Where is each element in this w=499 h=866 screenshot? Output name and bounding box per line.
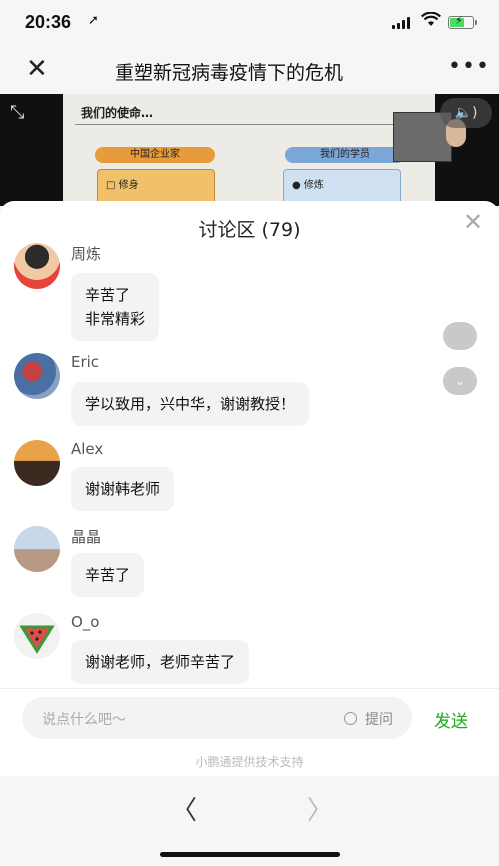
username: O_o [71, 613, 100, 631]
slide-heading: 我们的使命… [81, 106, 154, 120]
more-icon[interactable]: ••• [448, 54, 490, 79]
comment-input[interactable]: 说点什么吧～ 提问 [22, 697, 412, 739]
navigation-bar: ✕ 重塑新冠病毒疫情下的危机 ••• [0, 46, 499, 94]
browser-navigation: 〈 〉 [0, 776, 499, 866]
message-text: 非常精彩 [85, 310, 146, 328]
avatar [14, 353, 60, 399]
message-input-bar: 说点什么吧～ 提问 发送 [0, 688, 499, 749]
input-placeholder: 说点什么吧～ [42, 712, 126, 728]
message-bubble: 辛苦了 [71, 553, 145, 597]
volume-icon[interactable]: 🔈) [440, 98, 492, 128]
username: Alex [71, 440, 104, 458]
chevron-down-icon: ⌄ [454, 374, 466, 388]
avatar [14, 243, 60, 289]
wifi-icon [421, 12, 441, 26]
scroll-down-button[interactable]: ⌄ [443, 367, 477, 395]
close-panel-icon[interactable]: ✕ [463, 208, 483, 236]
forward-chevron-icon[interactable]: 〉 [307, 790, 333, 827]
avatar [14, 613, 60, 659]
slide-label-right: 我们的学员 [285, 147, 405, 163]
message-bubble: 谢谢韩老师 [71, 467, 175, 511]
slide-label-left: 中国企业家 [95, 147, 215, 163]
question-toggle-label[interactable]: 提问 [365, 709, 393, 729]
discussion-title: 讨论区 (79) [198, 219, 301, 241]
battery-icon: ⚡ [448, 14, 477, 29]
slide-divider [75, 124, 405, 125]
message-text: 学以致用，兴中华，谢谢教授！ [85, 395, 296, 413]
message-text: 辛苦了 [85, 566, 131, 584]
status-time: 20:36 [25, 12, 72, 32]
expand-icon[interactable]: ⤡ [10, 102, 24, 123]
question-toggle-icon[interactable] [344, 712, 357, 725]
username: Eric [71, 353, 100, 371]
back-chevron-icon[interactable]: 〈 [171, 790, 197, 827]
message-text: 辛苦了 [85, 286, 131, 304]
send-button[interactable]: 发送 [434, 707, 468, 732]
home-indicator[interactable] [160, 852, 340, 857]
username: 晶晶 [71, 528, 102, 546]
message-bubble: 学以致用，兴中华，谢谢教授！ [71, 382, 310, 426]
scroll-up-button[interactable] [443, 322, 477, 350]
message-bubble: 谢谢老师，老师辛苦了 [71, 640, 250, 684]
status-bar: 20:36 ➚ ⚡ [0, 0, 499, 46]
page-title: 重塑新冠病毒疫情下的危机 [115, 62, 344, 84]
discussion-panel: 讨论区 (79) ✕ 周炼 辛苦了 非常精彩 Eric 学以致用，兴中华，谢谢教… [0, 201, 499, 691]
close-icon[interactable]: ✕ [26, 56, 48, 82]
avatar [14, 440, 60, 486]
username: 周炼 [71, 245, 102, 263]
presentation-slide: 我们的使命… 中国企业家 我们的学员 □ 修身 ● 修炼 [63, 94, 435, 206]
signal-icon [392, 17, 410, 29]
watermelon-icon [19, 625, 55, 654]
video-player[interactable]: ⤡ 我们的使命… 中国企业家 我们的学员 □ 修身 ● 修炼 🔈) [0, 94, 499, 206]
powered-by-footer: 小鹏通提供技术支持 [0, 748, 499, 776]
location-arrow-icon: ➚ [88, 13, 99, 28]
message-text: 谢谢韩老师 [85, 480, 161, 498]
message-bubble: 辛苦了 非常精彩 [71, 273, 160, 341]
message-text: 谢谢老师，老师辛苦了 [85, 653, 236, 671]
avatar [14, 526, 60, 572]
